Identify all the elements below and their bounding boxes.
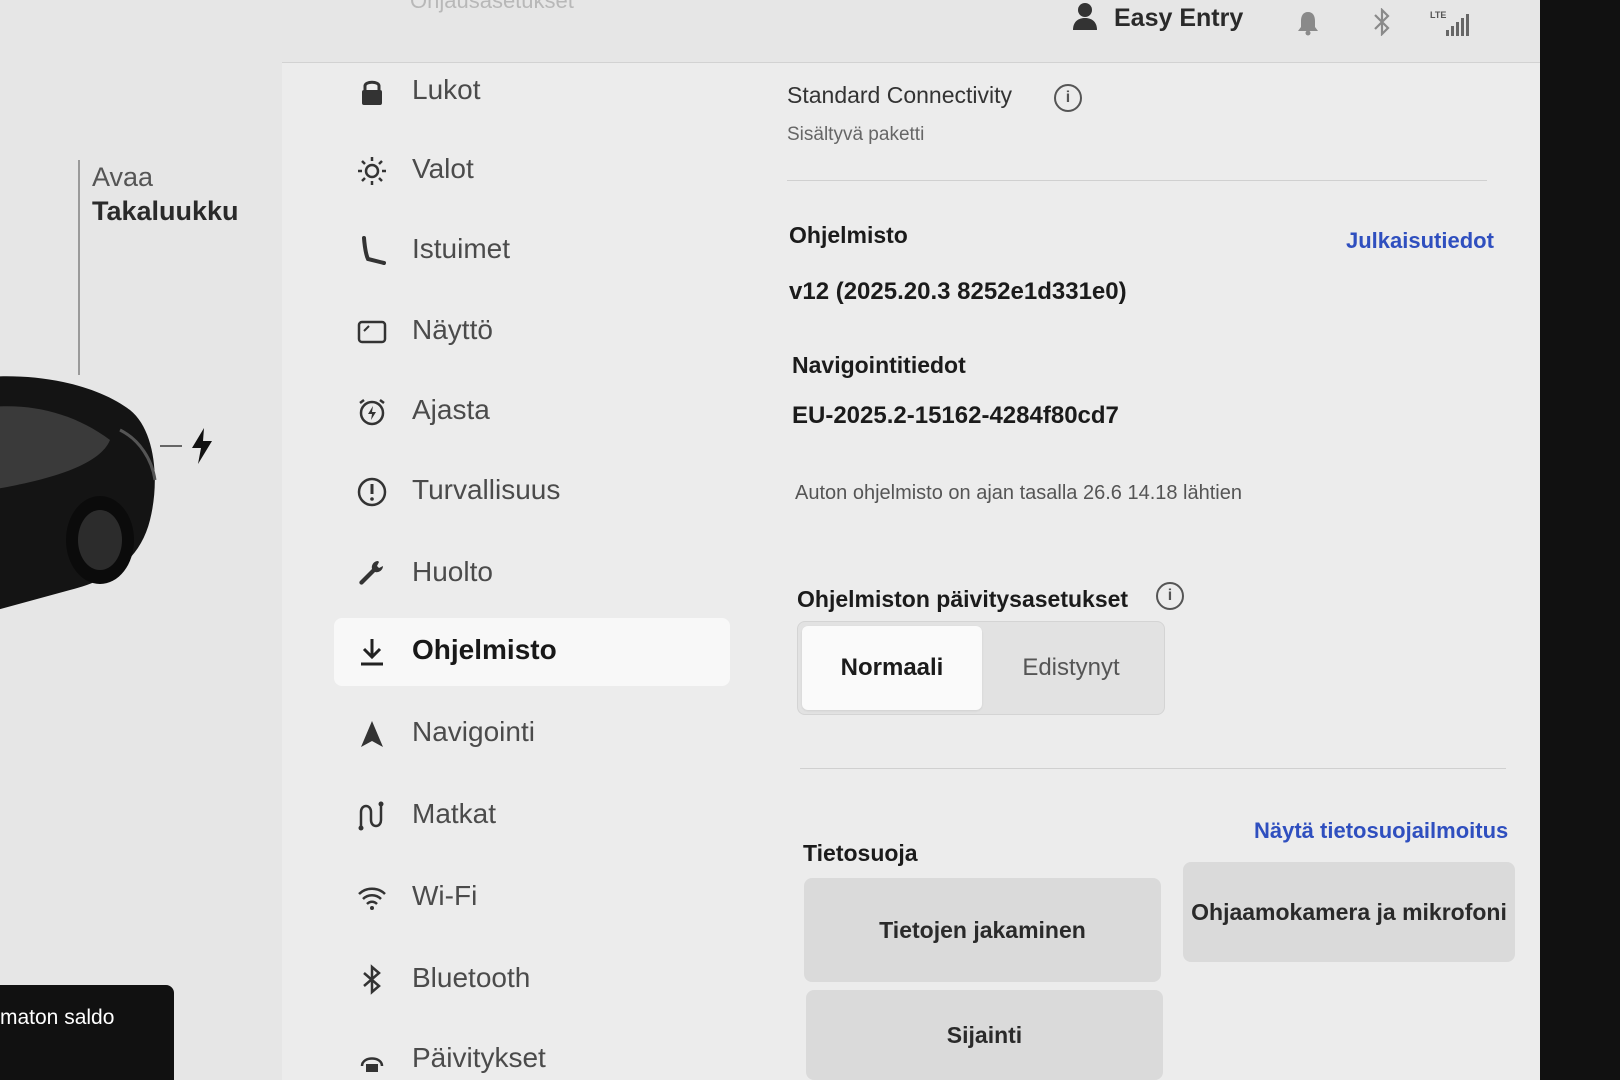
update-prefs-info-icon[interactable]: i (1156, 582, 1184, 610)
update-mode-segment: Normaali Edistynyt (797, 621, 1165, 715)
updates-icon (360, 1057, 384, 1072)
schedule-icon (359, 399, 385, 426)
menu-item-istuimet[interactable]: Istuimet (334, 217, 730, 285)
menu-item-lukot[interactable]: Lukot (334, 58, 730, 126)
nav-data-title: Navigointitiedot (792, 352, 966, 378)
nav-data-version: EU-2025.2-15162-4284f80cd7 (792, 402, 1119, 429)
balance-card[interactable] (0, 985, 174, 1080)
section-divider (800, 768, 1506, 769)
connectivity-subtitle: Sisältyvä paketti (787, 124, 925, 145)
wifi-icon (358, 887, 386, 910)
navigation-icon (361, 721, 383, 747)
data-sharing-button[interactable]: Tietojen jakaminen (804, 878, 1161, 982)
menu-label: Navigointi (412, 716, 535, 747)
update-prefs-title: Ohjelmiston päivitysasetukset (797, 586, 1129, 612)
charge-bolt-icon[interactable] (190, 428, 214, 464)
menu-item-wifi[interactable]: Wi-Fi (334, 864, 730, 932)
download-icon (361, 639, 383, 666)
update-mode-advanced[interactable]: Edistynyt (982, 626, 1160, 710)
connectivity-title: Standard Connectivity (787, 82, 1013, 108)
menu-label: Ohjelmisto (412, 634, 557, 665)
location-button[interactable]: Sijainti (806, 990, 1163, 1080)
touchscreen: Avaa Takaluukku maton saldo Ohjausasetuk… (0, 0, 1540, 1080)
car-image (0, 376, 157, 610)
safety-icon (357, 477, 387, 507)
menu-item-turvallisuus[interactable]: Turvallisuus (334, 458, 730, 526)
menu-item-matkat[interactable]: Matkat (334, 782, 730, 850)
trunk-label[interactable]: Takaluukku (92, 196, 239, 227)
menu-item-ohjelmisto[interactable]: Ohjelmisto (334, 618, 730, 686)
privacy-title: Tietosuoja (803, 840, 918, 866)
menu-item-naytto[interactable]: Näyttö (334, 298, 730, 366)
software-version: v12 (2025.20.3 8252e1d331e0) (789, 278, 1127, 305)
update-mode-normal[interactable]: Normaali (802, 626, 982, 710)
trips-icon (358, 801, 384, 831)
menu-item-bluetooth[interactable]: Bluetooth (334, 946, 730, 1014)
seat-icon (362, 236, 386, 265)
wrench-icon (359, 561, 383, 585)
lock-icon (362, 80, 382, 105)
trunk-indicator-line (78, 160, 80, 375)
menu-label: Ajasta (412, 394, 490, 425)
display-icon (357, 320, 387, 344)
bluetooth-status-icon[interactable] (1372, 8, 1392, 36)
menu-item-valot[interactable]: Valot (334, 137, 730, 205)
menu-label: Valot (412, 153, 474, 184)
profile-icon[interactable] (1072, 2, 1098, 32)
release-notes-link[interactable]: Julkaisutiedot (1346, 228, 1494, 254)
menu-label: Wi-Fi (412, 880, 478, 911)
privacy-notice-link[interactable]: Näytä tietosuojailmoitus (1254, 818, 1508, 844)
menu-label: Turvallisuus (412, 474, 561, 505)
driver-profile-name[interactable]: Easy Entry (1114, 4, 1243, 33)
menu-item-paivitykset[interactable]: Päivitykset (334, 1026, 730, 1080)
section-divider (787, 180, 1487, 181)
cabin-camera-mic-button[interactable]: Ohjaamokamera ja mikrofoni (1183, 862, 1515, 962)
screen-bezel (1540, 0, 1620, 1080)
software-title: Ohjelmisto (789, 222, 908, 248)
menu-item-navigointi[interactable]: Navigointi (334, 700, 730, 768)
balance-label: maton saldo (0, 1006, 115, 1029)
menu-label: Bluetooth (412, 962, 531, 993)
connectivity-info-icon[interactable]: i (1054, 84, 1082, 112)
menu-label: Lukot (412, 74, 481, 105)
bluetooth-icon (363, 964, 381, 995)
menu-label: Istuimet (412, 233, 511, 264)
charge-port-line (160, 445, 182, 447)
page-title: Ohjausasetukset (410, 0, 574, 13)
menu-item-ajasta[interactable]: Ajasta (334, 378, 730, 446)
menu-label: Matkat (412, 798, 497, 829)
trunk-open-action[interactable]: Avaa (92, 162, 153, 193)
menu-label: Päivitykset (412, 1042, 546, 1073)
menu-label: Huolto (412, 556, 493, 587)
up-to-date-note: Auton ohjelmisto on ajan tasalla 26.6 14… (795, 482, 1242, 504)
menu-item-huolto[interactable]: Huolto (334, 540, 730, 608)
menu-label: Näyttö (412, 314, 493, 345)
light-icon (358, 157, 386, 185)
bell-icon[interactable] (1296, 10, 1320, 36)
